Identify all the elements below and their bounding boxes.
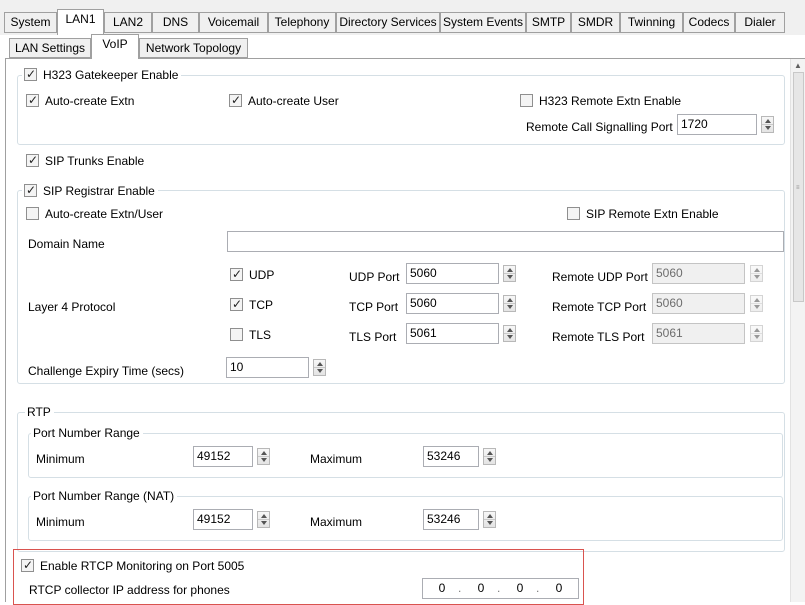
port-range-minimum-spinner[interactable]: [257, 448, 270, 465]
h323-remote-extn-checkbox[interactable]: [520, 94, 533, 107]
port-range-legend: Port Number Range: [31, 426, 143, 440]
port-range-nat-legend: Port Number Range (NAT): [31, 489, 178, 503]
tab-twinning[interactable]: Twinning: [620, 12, 683, 33]
tcp-port-label: TCP Port: [349, 300, 399, 314]
udp-port-label: UDP Port: [349, 270, 400, 284]
ip-octet-4[interactable]: 0: [549, 581, 569, 595]
tcp-checkbox[interactable]: [230, 297, 243, 311]
remote-udp-port-label: Remote UDP Port: [552, 270, 648, 284]
tab-network-topology[interactable]: Network Topology: [139, 38, 248, 58]
udp-checkbox[interactable]: [230, 267, 243, 281]
tab-dialer[interactable]: Dialer: [735, 12, 785, 33]
port-range-maximum-label: Maximum: [310, 452, 363, 466]
rtcp-monitoring-label: Enable RTCP Monitoring on Port 5005: [40, 559, 245, 573]
sip-registrar-checkbox[interactable]: [24, 183, 37, 197]
tab-lan2[interactable]: LAN2: [104, 12, 152, 33]
h323-remote-extn-label: H323 Remote Extn Enable: [539, 94, 682, 108]
ip-dot-1: .: [458, 581, 462, 595]
auto-create-extn-user-checkbox[interactable]: [26, 207, 39, 220]
port-range-nat-minimum-spinner[interactable]: [257, 511, 270, 528]
tcp-label: TCP: [249, 298, 273, 312]
h323-group: [17, 75, 785, 145]
h323-gatekeeper-label: H323 Gatekeeper Enable: [43, 68, 179, 82]
challenge-expiry-label: Challenge Expiry Time (secs): [28, 364, 185, 378]
rtcp-monitoring-checkbox[interactable]: [21, 558, 34, 572]
tab-codecs[interactable]: Codecs: [683, 12, 735, 33]
port-range-nat-minimum-label: Minimum: [36, 515, 85, 529]
h323-gatekeeper-legend: H323 Gatekeeper Enable: [22, 67, 182, 82]
tls-checkbox[interactable]: [230, 328, 243, 341]
sip-trunks-label: SIP Trunks Enable: [45, 154, 145, 168]
tab-system-events[interactable]: System Events: [440, 12, 526, 33]
remote-tls-port-input: 5061: [652, 323, 745, 344]
sip-registrar-legend: SIP Registrar Enable: [22, 183, 158, 198]
port-range-nat-maximum-spinner[interactable]: [483, 511, 496, 528]
ip-octet-1[interactable]: 0: [432, 581, 452, 595]
tls-port-label: TLS Port: [349, 330, 397, 344]
tab-lan1[interactable]: LAN1: [57, 9, 104, 35]
scroll-up-arrow-icon[interactable]: ▲: [794, 61, 802, 70]
sip-remote-extn-label: SIP Remote Extn Enable: [586, 207, 719, 221]
auto-create-extn-user-label: Auto-create Extn/User: [45, 207, 164, 221]
auto-create-user-checkbox[interactable]: [229, 93, 242, 107]
tab-dns[interactable]: DNS: [152, 12, 199, 33]
ip-dot-2: .: [497, 581, 501, 595]
sip-trunks-checkbox[interactable]: [26, 153, 39, 167]
remote-tcp-port-label: Remote TCP Port: [552, 300, 647, 314]
tls-port-input[interactable]: 5061: [406, 323, 499, 344]
port-range-minimum-input[interactable]: 49152: [193, 446, 253, 467]
remote-udp-port-spinner: [750, 265, 763, 282]
tcp-port-spinner[interactable]: [503, 295, 516, 312]
scroll-grip-icon: ≡: [796, 185, 800, 191]
rtcp-collector-ip-input[interactable]: 0 . 0 . 0 . 0: [422, 578, 579, 599]
remote-tls-port-spinner: [750, 325, 763, 342]
challenge-expiry-spinner[interactable]: [313, 359, 326, 376]
ip-octet-2[interactable]: 0: [471, 581, 491, 595]
port-range-maximum-spinner[interactable]: [483, 448, 496, 465]
tab-lan-settings[interactable]: LAN Settings: [9, 38, 91, 58]
sip-remote-extn-checkbox[interactable]: [567, 207, 580, 220]
remote-call-signalling-port-label: Remote Call Signalling Port: [526, 120, 673, 134]
tab-directory-services[interactable]: Directory Services: [336, 12, 440, 33]
remote-udp-port-input: 5060: [652, 263, 745, 284]
remote-call-signalling-port-spinner[interactable]: [761, 116, 774, 133]
tab-smtp[interactable]: SMTP: [526, 12, 571, 33]
challenge-expiry-input[interactable]: 10: [226, 357, 309, 378]
auto-create-extn-label: Auto-create Extn: [45, 94, 135, 108]
tls-label: TLS: [249, 328, 272, 342]
layer4-protocol-label: Layer 4 Protocol: [28, 300, 116, 314]
port-range-maximum-input[interactable]: 53246: [423, 446, 479, 467]
tab-smdr[interactable]: SMDR: [571, 12, 620, 33]
remote-tcp-port-spinner: [750, 295, 763, 312]
port-range-nat-maximum-label: Maximum: [310, 515, 363, 529]
domain-name-label: Domain Name: [28, 237, 105, 251]
tab-telephony[interactable]: Telephony: [268, 12, 336, 33]
port-range-minimum-label: Minimum: [36, 452, 85, 466]
auto-create-extn-checkbox[interactable]: [26, 93, 39, 107]
remote-tls-port-label: Remote TLS Port: [552, 330, 645, 344]
tab-voicemail[interactable]: Voicemail: [199, 12, 268, 33]
tab-system[interactable]: System: [4, 12, 57, 33]
ip-octet-3[interactable]: 0: [510, 581, 530, 595]
port-range-nat-minimum-input[interactable]: 49152: [193, 509, 253, 530]
rtp-legend: RTP: [25, 405, 54, 419]
sip-registrar-label: SIP Registrar Enable: [43, 184, 155, 198]
udp-port-spinner[interactable]: [503, 265, 516, 282]
auto-create-user-label: Auto-create User: [248, 94, 339, 108]
h323-gatekeeper-checkbox[interactable]: [24, 67, 37, 81]
remote-call-signalling-port-input[interactable]: 1720: [677, 114, 757, 135]
domain-name-input[interactable]: [227, 231, 784, 252]
tcp-port-input[interactable]: 5060: [406, 293, 499, 314]
ip-dot-3: .: [536, 581, 540, 595]
udp-label: UDP: [249, 268, 275, 282]
port-range-nat-maximum-input[interactable]: 53246: [423, 509, 479, 530]
udp-port-input[interactable]: 5060: [406, 263, 499, 284]
rtcp-collector-label: RTCP collector IP address for phones: [29, 583, 230, 597]
tab-voip[interactable]: VoIP: [91, 34, 139, 59]
remote-tcp-port-input: 5060: [652, 293, 745, 314]
tls-port-spinner[interactable]: [503, 325, 516, 342]
